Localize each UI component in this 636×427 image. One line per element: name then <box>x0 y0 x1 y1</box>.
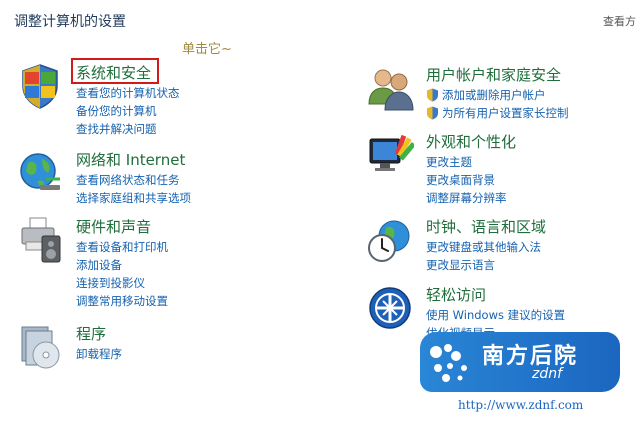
link-add-remove-users[interactable]: 添加或删除用户帐户 <box>426 86 569 104</box>
users-icon[interactable] <box>366 64 418 116</box>
link-parental-controls-label: 为所有用户设置家长控制 <box>442 106 569 120</box>
uac-shield-icon <box>426 106 439 120</box>
link-windows-suggested-settings[interactable]: 使用 Windows 建议的设置 <box>426 306 565 324</box>
ease-of-access-icon[interactable] <box>366 284 418 336</box>
category-title-user-accounts[interactable]: 用户帐户和家庭安全 <box>426 64 561 85</box>
bubbles-icon <box>430 344 467 382</box>
link-change-keyboard[interactable]: 更改键盘或其他输入法 <box>426 238 541 256</box>
link-view-computer-status[interactable]: 查看您的计算机状态 <box>76 84 180 102</box>
globe-network-icon[interactable] <box>16 149 68 201</box>
uac-shield-icon <box>426 88 439 102</box>
site-watermark: 南方后院 zdnf <box>420 332 620 392</box>
category-title-appearance[interactable]: 外观和个性化 <box>426 131 516 152</box>
link-mobility-settings[interactable]: 调整常用移动设置 <box>76 292 168 310</box>
link-change-background[interactable]: 更改桌面背景 <box>426 171 507 189</box>
link-screen-resolution[interactable]: 调整屏幕分辨率 <box>426 189 507 207</box>
category-title-programs[interactable]: 程序 <box>76 323 106 344</box>
link-change-display-language[interactable]: 更改显示语言 <box>426 256 541 274</box>
page-title: 调整计算机的设置 <box>14 14 126 30</box>
monitor-palette-icon[interactable] <box>366 131 418 183</box>
highlight-box <box>71 58 159 84</box>
category-title-network-internet[interactable]: 网络和 Internet <box>76 149 185 170</box>
category-title-clock-region[interactable]: 时钟、语言和区域 <box>426 216 546 237</box>
link-add-remove-users-label: 添加或删除用户帐户 <box>442 88 546 102</box>
watermark-title: 南方后院 <box>482 344 579 369</box>
link-troubleshoot[interactable]: 查找并解决问题 <box>76 120 180 138</box>
link-uninstall-program[interactable]: 卸载程序 <box>76 345 122 363</box>
link-connect-projector[interactable]: 连接到投影仪 <box>76 274 168 292</box>
link-backup-computer[interactable]: 备份您的计算机 <box>76 102 180 120</box>
click-it-annotation: 单击它~ <box>182 42 232 57</box>
shield-flag-icon[interactable] <box>16 62 68 114</box>
link-parental-controls[interactable]: 为所有用户设置家长控制 <box>426 104 569 122</box>
link-view-network-status[interactable]: 查看网络状态和任务 <box>76 171 191 189</box>
watermark-url: http://www.zdnf.com <box>458 398 584 412</box>
view-by-label[interactable]: 查看方 <box>603 13 636 29</box>
link-add-device[interactable]: 添加设备 <box>76 256 168 274</box>
link-homegroup-sharing[interactable]: 选择家庭组和共享选项 <box>76 189 191 207</box>
link-devices-printers[interactable]: 查看设备和打印机 <box>76 238 168 256</box>
printer-speaker-icon[interactable] <box>16 216 68 268</box>
category-title-hardware-sound[interactable]: 硬件和声音 <box>76 216 151 237</box>
programs-disc-icon[interactable] <box>16 323 68 375</box>
link-change-theme[interactable]: 更改主题 <box>426 153 507 171</box>
category-title-ease-of-access[interactable]: 轻松访问 <box>426 284 486 305</box>
watermark-subtitle: zdnf <box>532 366 563 382</box>
clock-globe-icon[interactable] <box>366 216 418 268</box>
